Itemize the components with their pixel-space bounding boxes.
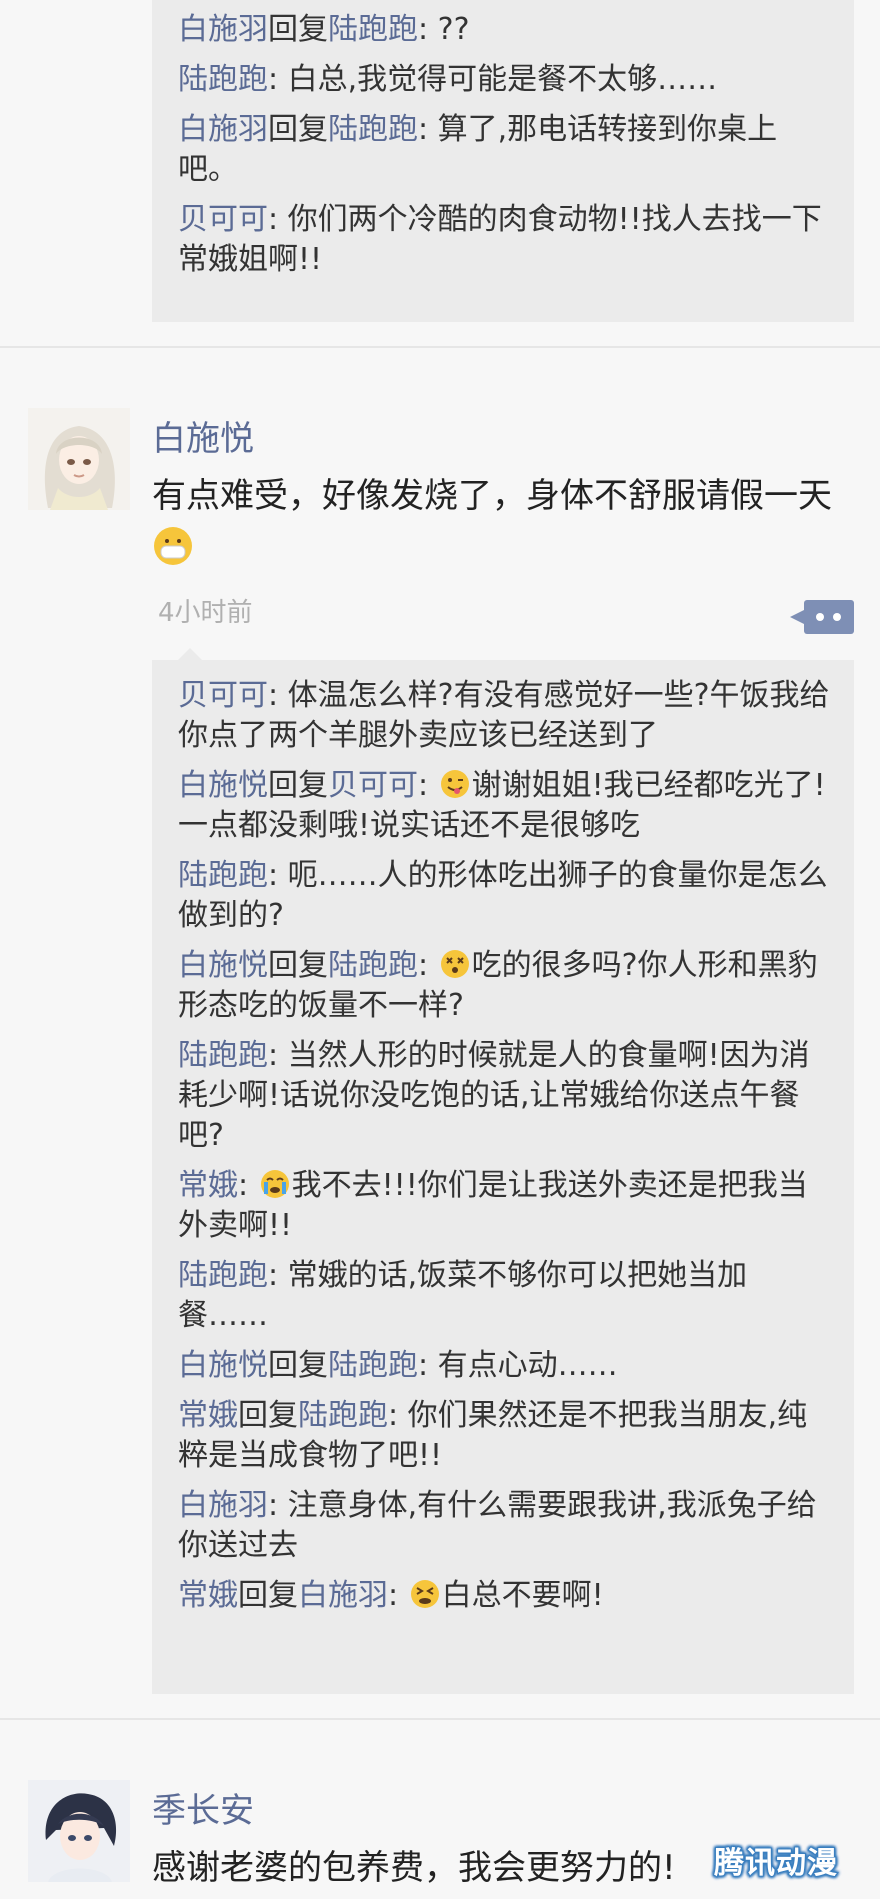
- reply-text: 回复: [268, 112, 328, 147]
- avatar[interactable]: [28, 408, 130, 510]
- reply-comment[interactable]: 白施羽回复陆跑跑: ??: [178, 10, 836, 50]
- reply-text: : 注意身体,有什么需要跟我讲,我派兔子给你送过去: [178, 1488, 817, 1563]
- reply-comment[interactable]: 白施悦回复陆跑跑: 吃的很多吗?你人形和黑豹形态吃的饭量不一样?: [178, 946, 836, 1026]
- reply-text: :: [388, 1578, 408, 1613]
- mask-face-emoji: [154, 527, 192, 565]
- reply-text: 白总不要啊!: [441, 1578, 604, 1613]
- reply-text: :: [238, 1168, 258, 1203]
- reply-username[interactable]: 陆跑跑: [328, 112, 418, 147]
- divider: [0, 346, 880, 348]
- divider: [0, 1718, 880, 1720]
- reply-comment[interactable]: 常娥回复白施羽: 白总不要啊!: [178, 1576, 836, 1616]
- reply-username[interactable]: 陆跑跑: [328, 948, 418, 983]
- reply-comment[interactable]: 白施羽: 注意身体,有什么需要跟我讲,我派兔子给你送过去: [178, 1486, 836, 1566]
- reply-username[interactable]: 白施羽: [298, 1578, 388, 1613]
- reply-thread-2: 贝可可: 体温怎么样?有没有感觉好一些?午饭我给你点了两个羊腿外卖应该已经送到了…: [152, 660, 854, 1694]
- reply-username[interactable]: 贝可可: [178, 202, 268, 237]
- reply-username[interactable]: 陆跑跑: [178, 858, 268, 893]
- reply-username[interactable]: 白施悦: [178, 948, 268, 983]
- post-content: 有点难受，好像发烧了，身体不舒服请假一天: [152, 470, 854, 574]
- crying-face-emoji: [260, 1169, 290, 1199]
- reply-username[interactable]: 常娥: [178, 1398, 238, 1433]
- reply-comment[interactable]: 常娥: 我不去!!!你们是让我送外卖还是把我当外卖啊!!: [178, 1166, 836, 1246]
- reply-text: : 体温怎么样?有没有感觉好一些?午饭我给你点了两个羊腿外卖应该已经送到了: [178, 678, 830, 753]
- reply-username[interactable]: 贝可可: [178, 678, 268, 713]
- reply-comment[interactable]: 白施羽回复陆跑跑: 算了,那电话转接到你桌上吧。: [178, 110, 836, 190]
- reply-comment[interactable]: 常娥回复陆跑跑: 你们果然还是不把我当朋友,纯粹是当成食物了吧!!: [178, 1396, 836, 1476]
- reply-username[interactable]: 陆跑跑: [178, 1258, 268, 1293]
- reply-comment[interactable]: 陆跑跑: 当然人形的时候就是人的食量啊!因为消耗少啊!话说你没吃饱的话,让常娥给…: [178, 1036, 836, 1156]
- reply-username[interactable]: 常娥: [178, 1168, 238, 1203]
- post-author[interactable]: 白施悦: [152, 411, 254, 460]
- reply-username[interactable]: 白施羽: [178, 12, 268, 47]
- reply-comment[interactable]: 白施悦回复陆跑跑: 有点心动……: [178, 1346, 836, 1386]
- avatar[interactable]: [28, 1780, 130, 1882]
- reply-text: :: [418, 768, 438, 803]
- reply-comment[interactable]: 陆跑跑: 呃……人的形体吃出狮子的食量你是怎么做到的?: [178, 856, 836, 936]
- reply-text: : 呃……人的形体吃出狮子的食量你是怎么做到的?: [178, 858, 828, 933]
- reply-username[interactable]: 陆跑跑: [328, 12, 418, 47]
- reply-thread-1: 白施羽回复陆跑跑: ?? 陆跑跑: 白总,我觉得可能是餐不太够…… 白施羽回复陆跑跑…: [152, 0, 854, 322]
- reply-username[interactable]: 白施悦: [178, 768, 268, 803]
- reply-username[interactable]: 陆跑跑: [328, 1348, 418, 1383]
- reply-text: 回复: [238, 1578, 298, 1613]
- tired-face-emoji: [410, 1579, 440, 1609]
- reply-text: 回复: [268, 12, 328, 47]
- reply-text: 回复: [268, 948, 328, 983]
- reply-comment[interactable]: 陆跑跑: 白总,我觉得可能是餐不太够……: [178, 60, 836, 100]
- post-author[interactable]: 季长安: [152, 1783, 254, 1832]
- reply-text: : ??: [418, 12, 470, 47]
- reply-username[interactable]: 陆跑跑: [178, 62, 268, 97]
- reply-username[interactable]: 陆跑跑: [178, 1038, 268, 1073]
- reply-comment[interactable]: 贝可可: 体温怎么样?有没有感觉好一些?午饭我给你点了两个羊腿外卖应该已经送到了: [178, 676, 836, 756]
- reply-username[interactable]: 白施羽: [178, 1488, 268, 1523]
- reply-comment[interactable]: 陆跑跑: 常娥的话,饭菜不够你可以把她当加餐……: [178, 1256, 836, 1336]
- watermark-logo: 腾讯动漫: [708, 1841, 858, 1883]
- reply-text: : 有点心动……: [418, 1348, 618, 1383]
- svg-text:腾讯动漫: 腾讯动漫: [714, 1846, 838, 1881]
- reply-text: : 当然人形的时候就是人的食量啊!因为消耗少啊!话说你没吃饱的话,让常娥给你送点…: [178, 1038, 810, 1153]
- reply-username[interactable]: 白施悦: [178, 1348, 268, 1383]
- reply-text: 回复: [268, 768, 328, 803]
- more-options-icon[interactable]: [790, 600, 854, 634]
- reply-text: : 白总,我觉得可能是餐不太够……: [268, 62, 718, 97]
- reply-box-caret: [178, 648, 202, 660]
- reply-username[interactable]: 白施羽: [178, 112, 268, 147]
- reply-text: 回复: [268, 1348, 328, 1383]
- reply-comment[interactable]: 白施悦回复贝可可: 谢谢姐姐!我已经都吃光了!一点都没剩哦!说实话还不是很够吃: [178, 766, 836, 846]
- reply-username[interactable]: 陆跑跑: [298, 1398, 388, 1433]
- reply-comment[interactable]: 贝可可: 你们两个冷酷的肉食动物!!找人去找一下常娥姐啊!!: [178, 200, 836, 280]
- reply-username[interactable]: 贝可可: [328, 768, 418, 803]
- reply-text: 回复: [238, 1398, 298, 1433]
- post-content-text: 有点难受，好像发烧了，身体不舒服请假一天: [152, 476, 832, 516]
- reply-username[interactable]: 常娥: [178, 1578, 238, 1613]
- reply-text: :: [418, 948, 438, 983]
- tongue-wink-emoji: [440, 769, 470, 799]
- post-timestamp: 4小时前: [158, 598, 253, 628]
- dizzy-face-emoji: [440, 949, 470, 979]
- reply-text: : 你们两个冷酷的肉食动物!!找人去找一下常娥姐啊!!: [178, 202, 822, 277]
